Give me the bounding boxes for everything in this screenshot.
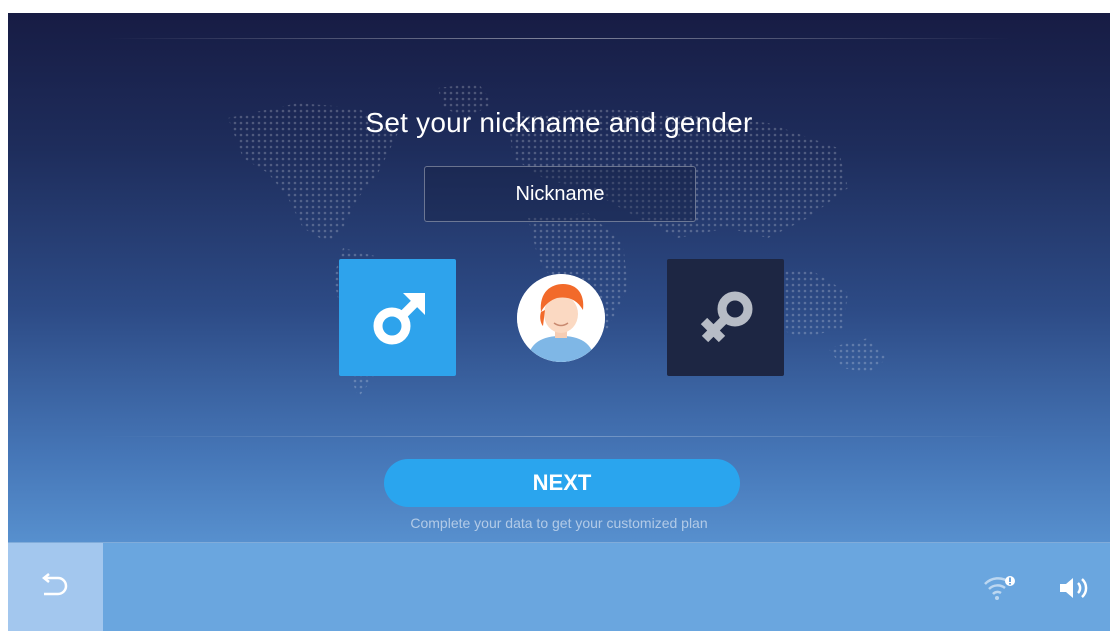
- setup-screen: Set your nickname and gender Nickname NE…: [8, 13, 1110, 631]
- male-gender-button[interactable]: [339, 259, 456, 376]
- volume-icon[interactable]: [1058, 575, 1092, 601]
- page-title: Set your nickname and gender: [365, 107, 753, 138]
- back-button[interactable]: [8, 543, 103, 631]
- next-button[interactable]: NEXT: [384, 459, 740, 507]
- wifi-warning-icon[interactable]: [983, 575, 1017, 601]
- female-gender-button[interactable]: [667, 259, 784, 376]
- female-symbol-icon: [700, 291, 753, 343]
- nickname-input[interactable]: Nickname: [424, 166, 696, 222]
- bottom-bar: [8, 543, 1110, 631]
- male-symbol-icon: [373, 293, 425, 345]
- user-avatar-icon: [517, 274, 605, 362]
- top-divider: [108, 38, 1010, 39]
- completion-hint: Complete your data to get your customize…: [410, 515, 708, 531]
- avatar: [517, 274, 605, 362]
- middle-divider: [98, 436, 1020, 437]
- back-arrow-icon: [41, 573, 68, 596]
